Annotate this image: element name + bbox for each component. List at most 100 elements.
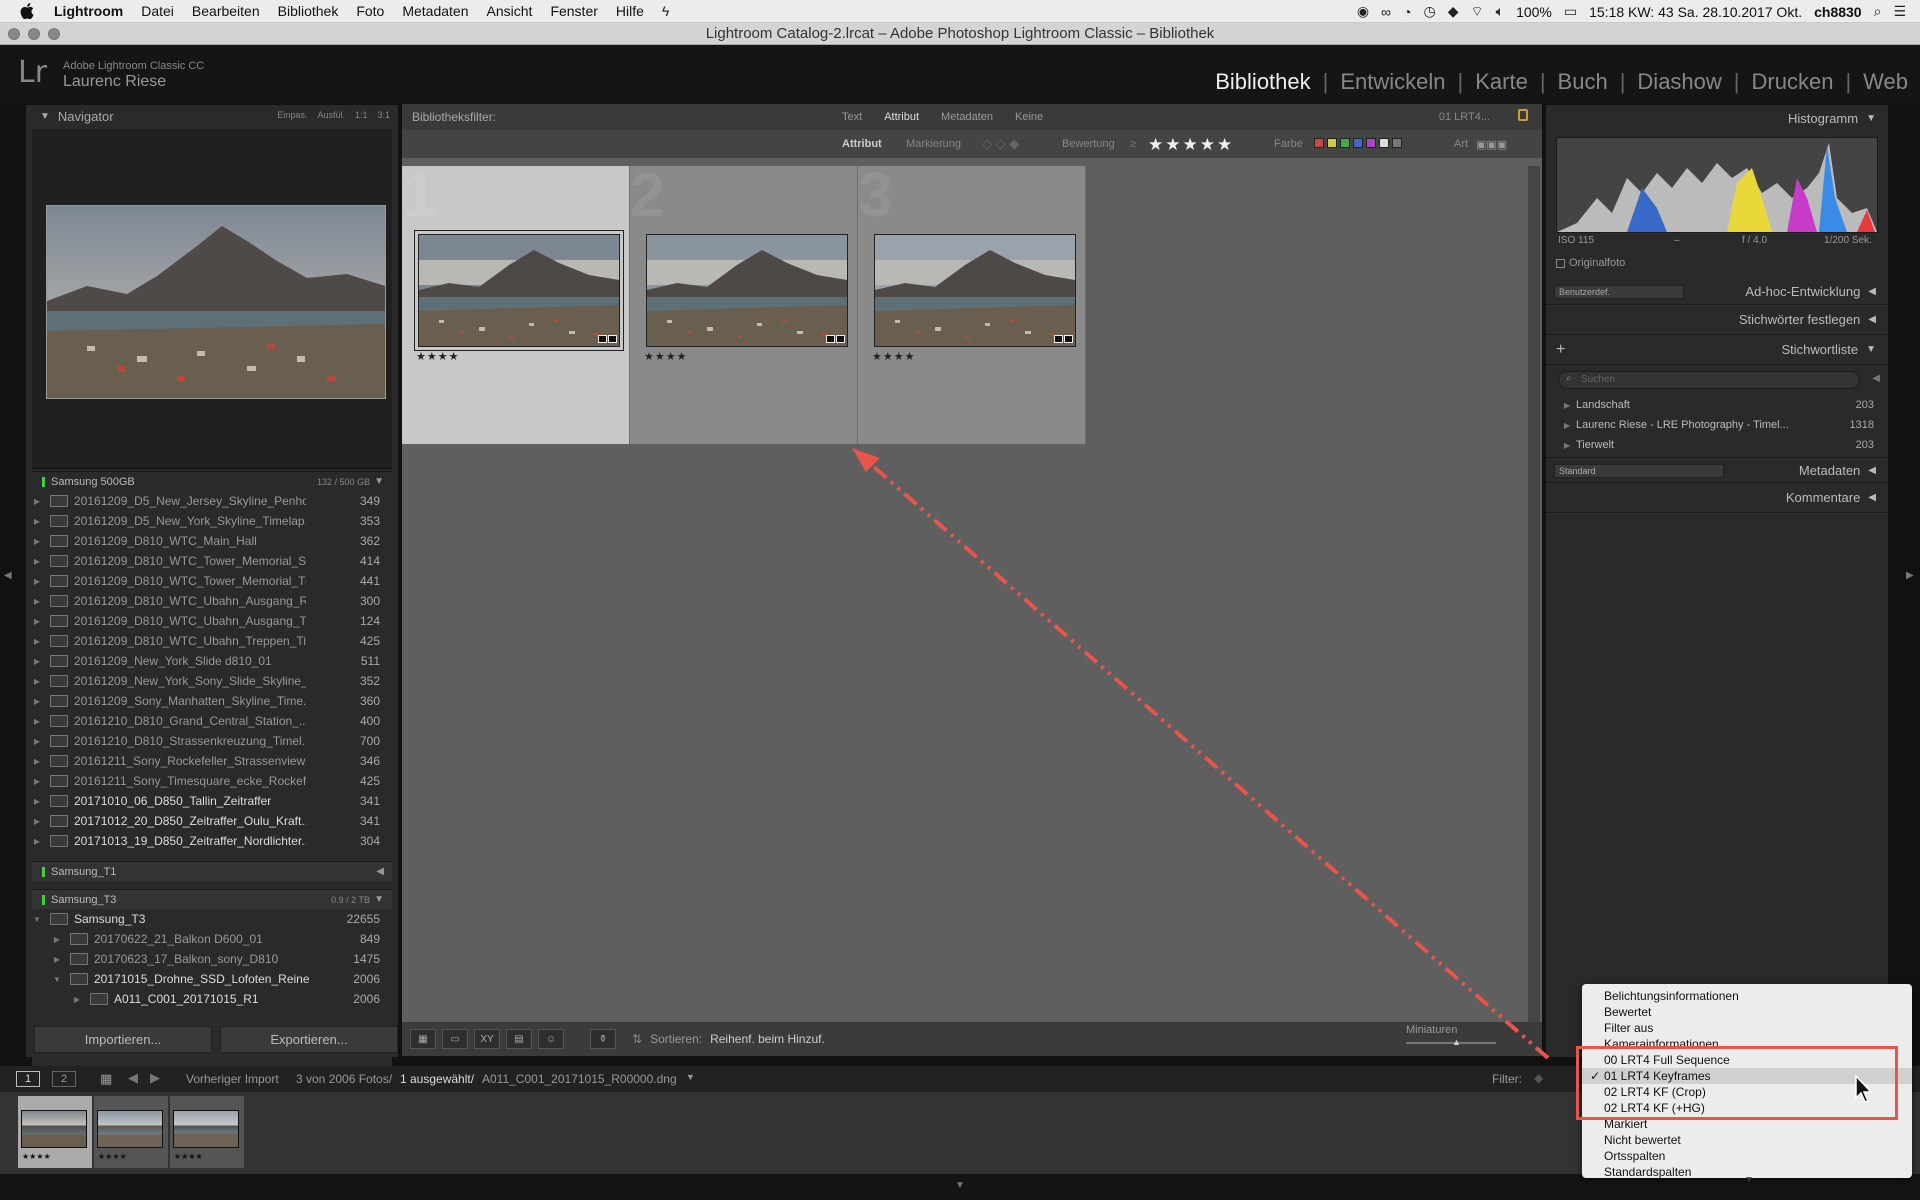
expand-icon[interactable]: ▶: [32, 517, 42, 526]
window-zoom-button[interactable]: [48, 28, 60, 40]
module-karte[interactable]: Karte: [1475, 69, 1528, 95]
nav-fill[interactable]: Ausfül.: [317, 110, 345, 120]
filter-tab-none[interactable]: Keine: [1015, 111, 1043, 123]
folder-row[interactable]: ▼ Samsung_T3 22655: [32, 909, 392, 929]
filter-tab-metadata[interactable]: Metadaten: [941, 111, 993, 123]
folder-row[interactable]: ▶ 20170622_21_Balkon D600_01 849: [32, 929, 392, 949]
nav-3to1[interactable]: 3:1: [377, 110, 390, 120]
window-2-button[interactable]: 2: [52, 1071, 76, 1087]
expand-icon[interactable]: ▼: [52, 975, 62, 984]
menu-bibliothek[interactable]: Bibliothek: [278, 3, 339, 19]
metadata-badge-icon[interactable]: [1054, 335, 1063, 343]
metadata-badge-icon[interactable]: [598, 335, 607, 343]
grid-view-icon[interactable]: ▦: [410, 1029, 436, 1049]
expand-icon[interactable]: ▶: [32, 637, 42, 646]
expand-icon[interactable]: ▶: [32, 717, 42, 726]
window-close-button[interactable]: [8, 28, 20, 40]
module-web[interactable]: Web: [1863, 69, 1908, 95]
keyword-list-header[interactable]: + Stichwortliste ▼: [1546, 335, 1888, 365]
back-arrow-icon[interactable]: ◀: [128, 1070, 138, 1086]
right-panel-toggle-icon[interactable]: ▶: [1906, 570, 1914, 581]
expand-icon[interactable]: ▶: [1564, 421, 1570, 430]
notification-icon[interactable]: ☰: [1893, 3, 1906, 20]
expand-icon[interactable]: ▼: [32, 915, 42, 924]
menu-user[interactable]: ch8830: [1814, 4, 1861, 20]
spray-can-icon[interactable]: ⚱: [590, 1029, 616, 1049]
nav-fit[interactable]: Einpas.: [277, 110, 307, 120]
folder-row[interactable]: ▼ 20171015_Drohne_SSD_Lofoten_Reine 2006: [32, 969, 392, 989]
histogram-header[interactable]: Histogramm ▼: [1546, 105, 1888, 131]
metadata-badge-icon[interactable]: [826, 335, 835, 343]
folder-row[interactable]: ▶ 20161209_D810_WTC_Ubahn_Ausgang_R... 3…: [32, 591, 392, 611]
dropdown-item[interactable]: Ortsspalten: [1582, 1148, 1912, 1164]
volume-samsung-t3[interactable]: Samsung_T3 0.9 / 2 TB ▼: [32, 889, 392, 909]
menu-bearbeiten[interactable]: Bearbeiten: [192, 3, 260, 19]
folder-row[interactable]: ▶ 20161210_D810_Grand_Central_Station_..…: [32, 711, 392, 731]
expand-filmstrip-icon[interactable]: ▼: [955, 1180, 965, 1191]
filmstrip-thumb[interactable]: ★★★★: [18, 1096, 92, 1168]
window-minimize-button[interactable]: [28, 28, 40, 40]
original-photo-checkbox[interactable]: [1556, 258, 1565, 268]
window-1-button[interactable]: 1: [16, 1071, 40, 1087]
expand-icon[interactable]: ▶: [1564, 401, 1570, 410]
expand-icon[interactable]: ▶: [1564, 441, 1570, 450]
expand-icon[interactable]: ▶: [32, 777, 42, 786]
lightning-icon[interactable]: ϟ: [662, 3, 669, 19]
filmstrip-source[interactable]: Vorheriger Import: [186, 1072, 279, 1086]
folder-row[interactable]: ▶ A011_C001_20171015_R1 2006: [32, 989, 392, 1009]
add-keyword-icon[interactable]: +: [1556, 341, 1565, 359]
expand-icon[interactable]: ▶: [32, 737, 42, 746]
folder-row[interactable]: ▶ 20161211_Sony_Timesquare_ecke_Rockef..…: [32, 771, 392, 791]
keyword-row[interactable]: ▶ Landschaft 203: [1546, 395, 1888, 415]
metadata-header[interactable]: Standard Metadaten ◀: [1546, 457, 1888, 483]
flag-icon[interactable]: ◆: [1534, 1071, 1543, 1085]
folder-row[interactable]: ▶ 20161209_D810_WTC_Ubahn_Ausgang_T... 1…: [32, 611, 392, 631]
expand-icon[interactable]: ▶: [32, 677, 42, 686]
module-diashow[interactable]: Diashow: [1637, 69, 1721, 95]
filmstrip-thumb[interactable]: ★★★★: [170, 1096, 244, 1168]
expand-icon[interactable]: ▶: [32, 497, 42, 506]
filter-preset-select[interactable]: 01 LRT4...: [1439, 111, 1490, 123]
menu-clock[interactable]: 15:18 KW: 43 Sa. 28.10.2017 Okt.: [1589, 4, 1802, 20]
left-panel-toggle-icon[interactable]: ◀: [4, 570, 12, 581]
creative-cloud-icon[interactable]: ∞: [1381, 4, 1391, 20]
color-swatches[interactable]: [1314, 137, 1405, 151]
expand-icon[interactable]: ▶: [32, 697, 42, 706]
expand-icon[interactable]: ▶: [32, 617, 42, 626]
expand-icon[interactable]: ◀: [1872, 373, 1880, 384]
compare-view-icon[interactable]: XY: [474, 1029, 500, 1049]
collapse-icon[interactable]: ▼: [40, 111, 50, 122]
thumbnail-size-slider[interactable]: [1406, 1042, 1496, 1044]
lock-icon[interactable]: [1518, 109, 1528, 121]
grid-icon[interactable]: ▦: [100, 1071, 112, 1087]
navigator-preview-image[interactable]: [46, 205, 386, 399]
folder-row[interactable]: ▶ 20171012_20_D850_Zeitraffer_Oulu_Kraft…: [32, 811, 392, 831]
flag-icons[interactable]: ◇ ◇ ◆: [982, 136, 1019, 152]
grid-cell[interactable]: 3 ★★★★: [858, 161, 1086, 444]
expand-icon[interactable]: ▶: [32, 537, 42, 546]
kind-icons[interactable]: ▣▣▣: [1476, 138, 1507, 151]
rating-stars[interactable]: ★★★★★: [1148, 135, 1234, 155]
expand-icon[interactable]: ▶: [32, 577, 42, 586]
module-bibliothek[interactable]: Bibliothek: [1215, 69, 1310, 95]
grid-cell[interactable]: 1 ★★★★: [402, 161, 630, 444]
folder-row[interactable]: ▶ 20171013_19_D850_Zeitraffer_Nordlichte…: [32, 831, 392, 851]
folder-row[interactable]: ▶ 20161210_D810_Strassenkreuzung_Timel..…: [32, 731, 392, 751]
timer-icon[interactable]: ◔: [1403, 4, 1411, 20]
photo-thumbnail[interactable]: [874, 234, 1076, 347]
expand-icon[interactable]: ▶: [32, 817, 42, 826]
import-button[interactable]: Importieren...: [34, 1026, 212, 1053]
wifi-icon[interactable]: ⌔: [1470, 3, 1483, 21]
cell-rating[interactable]: ★★★★: [872, 350, 915, 363]
dropdown-item[interactable]: Nicht bewertet: [1582, 1132, 1912, 1148]
menu-app[interactable]: Lightroom: [54, 3, 123, 19]
folder-row[interactable]: ▶ 20161209_D810_WTC_Tower_Memorial_Sl...…: [32, 551, 392, 571]
keyword-row[interactable]: ▶ Tierwelt 203: [1546, 435, 1888, 455]
folder-row[interactable]: ▶ 20161211_Sony_Rockefeller_Strassenview…: [32, 751, 392, 771]
filter-tab-text[interactable]: Text: [842, 111, 862, 123]
module-entwickeln[interactable]: Entwickeln: [1340, 69, 1445, 95]
slider-thumb-icon[interactable]: ▲: [1452, 1037, 1461, 1047]
dropdown-scroll-down-icon[interactable]: ▼: [1744, 1175, 1754, 1186]
dropdown-item[interactable]: Bewertet: [1582, 1004, 1912, 1020]
folder-row[interactable]: ▶ 20161209_D5_New_York_Skyline_Timelap..…: [32, 511, 392, 531]
